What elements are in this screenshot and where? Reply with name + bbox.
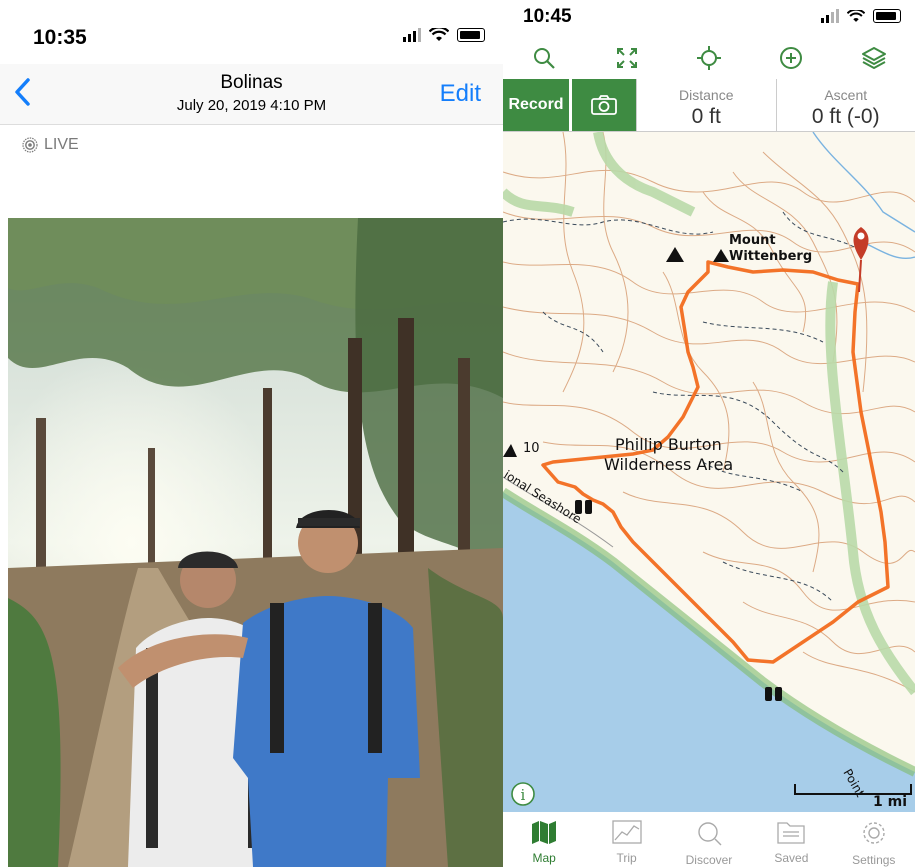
live-badge[interactable]: LIVE [22,136,79,154]
ascent-value: 0 ft (-0) [811,105,880,128]
map-screen: 10:45 Record Distance 0 ft Ascent 0 ft (… [503,0,915,867]
edit-button[interactable]: Edit [440,80,481,108]
tab-map[interactable]: Map [509,812,579,867]
photos-screen: 10:35 Bolinas July 20, 2019 4:10 PM Edit… [0,0,503,867]
locate-icon[interactable] [692,41,726,75]
signal-icon [821,9,839,23]
distance-value: 0 ft [691,105,721,128]
wifi-icon [429,28,449,41]
tab-map-label: Map [532,851,556,865]
tab-discover-label: Discover [685,853,733,867]
expand-icon[interactable] [610,41,644,75]
add-icon[interactable] [774,41,808,75]
tab-saved[interactable]: Saved [756,812,826,867]
distance-stat: Distance 0 ft [636,79,776,131]
map-icon [532,821,557,844]
hiking-photo[interactable] [8,218,503,867]
scale-label: 1 mi [873,794,907,810]
status-bar: 10:35 [0,0,503,64]
battery-icon [457,28,485,42]
tab-trip-label: Trip [616,851,637,865]
live-label: LIVE [44,136,79,153]
photo-date: July 20, 2019 4:10 PM [176,97,327,114]
nav-bar: Bolinas July 20, 2019 4:10 PM Edit [0,64,503,125]
ascent-stat: Ascent 0 ft (-0) [775,79,915,131]
map-toolbar [503,38,915,78]
signal-icon [403,28,421,42]
wifi-icon [847,9,865,22]
record-button[interactable]: Record [503,79,569,131]
map-label-mount: Mount [729,233,776,248]
map-label-wittenberg: Wittenberg [729,249,812,264]
layers-icon[interactable] [857,41,891,75]
camera-icon [591,95,617,115]
map-label-wilderness-1: Phillip Burton [615,435,722,454]
status-time: 10:45 [523,6,572,27]
status-icons [403,28,485,42]
search-icon[interactable] [527,41,561,75]
distance-label: Distance [679,87,734,103]
tab-trip[interactable]: Trip [592,812,662,867]
tab-discover[interactable]: Discover [674,812,744,867]
ascent-label: Ascent [824,87,868,103]
tab-bar: Map Trip Discover Saved Settings [503,812,915,867]
tab-settings[interactable]: Settings [839,812,909,867]
status-time: 10:35 [33,26,87,49]
live-photo-icon [22,137,38,153]
info-icon[interactable]: i [511,782,535,806]
tab-settings-label: Settings [852,853,896,867]
trip-chart-icon [611,820,642,844]
topo-map[interactable]: Mount Wittenberg Phillip Burton Wilderne… [503,132,915,812]
map-label-trail-num: 10 [523,441,540,456]
status-icons [821,9,901,23]
track-stats: Record Distance 0 ft Ascent 0 ft (-0) [503,79,915,132]
battery-icon [873,9,901,23]
gear-icon [863,822,885,844]
page-title: Bolinas [220,72,283,93]
map-label-wilderness-2: Wilderness Area [604,455,733,474]
saved-folder-icon [777,822,806,844]
camera-button[interactable] [572,79,636,131]
discover-search-icon [698,822,722,846]
svg-text:i: i [521,786,526,804]
tab-saved-label: Saved [774,851,809,865]
